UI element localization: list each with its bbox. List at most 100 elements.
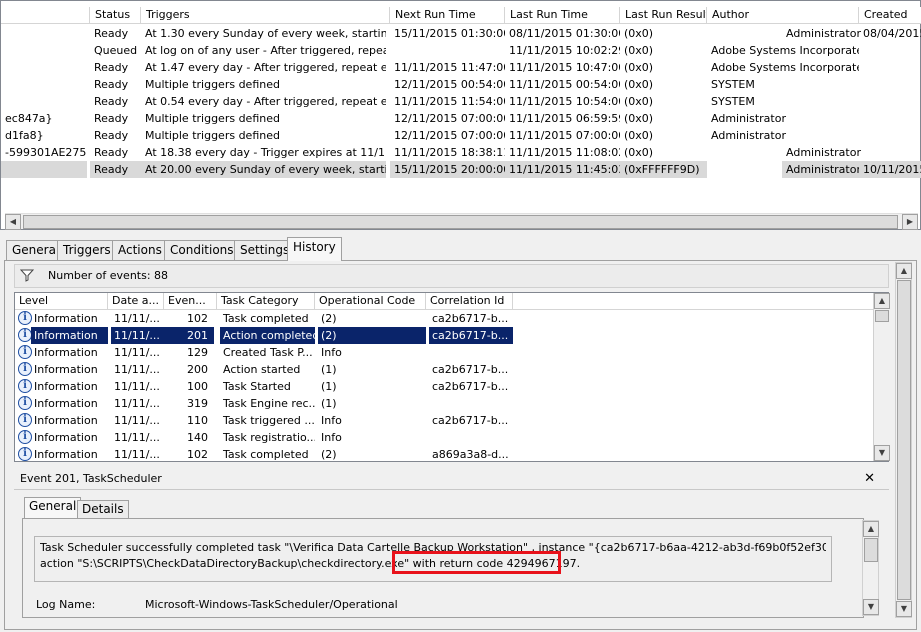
column-header-correlation-id[interactable]: Correlation Id xyxy=(426,293,513,310)
event-row[interactable]: i Information 11/11/... 102 Task completed (2… xyxy=(15,446,875,463)
task-cell-triggers: At 1.47 every day - After triggered, rep… xyxy=(145,61,386,74)
information-icon: i xyxy=(18,396,32,410)
information-icon: i xyxy=(18,430,32,444)
close-icon[interactable]: ✕ xyxy=(864,468,875,490)
task-row[interactable]: Ready At 1.30 every Sunday of every week,… xyxy=(1,25,921,42)
column-header-level[interactable]: Level xyxy=(15,293,108,310)
task-row[interactable]: Ready At 1.47 every day - After triggered… xyxy=(1,59,921,76)
event-cell-date: 11/11/... xyxy=(114,431,160,444)
event-cell-category: Task completed xyxy=(223,312,309,325)
tab-triggers[interactable]: Triggers xyxy=(57,240,117,260)
scroll-down-icon[interactable]: ▼ xyxy=(863,599,879,615)
event-row[interactable]: i Information 11/11/... 319 Task Engine rec.… xyxy=(15,395,875,412)
scroll-up-icon[interactable]: ▲ xyxy=(863,521,879,537)
tab-history[interactable]: History xyxy=(287,237,342,261)
event-cell-opcode: (1) xyxy=(321,363,337,376)
task-cell-created xyxy=(859,93,921,110)
information-icon: i xyxy=(18,413,32,427)
task-cell-last: 11/11/2015 10:47:00 xyxy=(509,61,620,74)
event-cell-id: 110 xyxy=(187,414,208,427)
column-header-operational-code[interactable]: Operational Code xyxy=(315,293,426,310)
event-detail-title: Event 201, TaskScheduler xyxy=(20,472,162,485)
scroll-up-icon[interactable]: ▲ xyxy=(874,293,890,309)
event-cell-date: 11/11/... xyxy=(114,346,160,359)
tab-event-general[interactable]: General xyxy=(24,497,82,519)
event-row[interactable]: i Information 11/11/... 100 Task Started (1) c… xyxy=(15,378,875,395)
scrollbar-thumb[interactable] xyxy=(875,310,889,322)
tab-actions[interactable]: Actions xyxy=(112,240,168,260)
task-row[interactable]: d1fa8} Ready Multiple triggers defined 12/1… xyxy=(1,127,921,144)
scroll-right-icon[interactable]: ▶ xyxy=(902,214,918,230)
scrollbar-thumb[interactable] xyxy=(897,280,911,600)
scroll-up-icon[interactable]: ▲ xyxy=(896,263,912,279)
task-row[interactable]: Ready At 20.00 every Sunday of every week… xyxy=(1,161,921,178)
task-cell-result: (0x0) xyxy=(624,129,654,142)
task-row[interactable]: Queued At log on of any user - After trig… xyxy=(1,42,921,59)
task-row[interactable]: ec847a} Ready Multiple triggers defined 12/… xyxy=(1,110,921,127)
event-row[interactable]: i Information 11/11/... 200 Action started (1… xyxy=(15,361,875,378)
event-list-vertical-scrollbar[interactable]: ▲ ▼ xyxy=(873,293,890,461)
event-row[interactable]: i Information 11/11/... 129 Created Task P..… xyxy=(15,344,875,361)
event-cell-level: Information xyxy=(34,346,98,359)
task-row[interactable]: Ready Multiple triggers defined 12/11/2015… xyxy=(1,76,921,93)
column-header-date[interactable]: Date a... xyxy=(108,293,164,310)
column-header-next-run-time[interactable]: Next Run Time xyxy=(390,7,505,24)
task-cell-name xyxy=(1,93,87,110)
information-icon: i xyxy=(18,447,32,461)
scroll-left-icon[interactable]: ◀ xyxy=(5,214,21,230)
task-cell-next: 12/11/2015 00:54:00 xyxy=(394,78,505,91)
task-cell-author: SYSTEM xyxy=(711,78,755,91)
column-header-author[interactable]: Author xyxy=(707,7,859,24)
event-cell-level: Information xyxy=(34,414,98,427)
task-row[interactable]: -599301AE2755} Ready At 18.38 every day - … xyxy=(1,144,921,161)
event-row[interactable]: i Information 11/11/... 201 Action completed… xyxy=(15,327,875,344)
tab-event-details[interactable]: Details xyxy=(77,500,129,518)
task-cell-created xyxy=(859,76,921,93)
task-cell-author: SYSTEM xyxy=(711,95,755,108)
task-cell-author: Adobe Systems Incorporated xyxy=(711,61,859,74)
task-cell-triggers: At 1.30 every Sunday of every week, star… xyxy=(145,27,386,40)
event-cell-opcode: Info xyxy=(321,414,342,427)
column-header-name[interactable] xyxy=(1,7,90,24)
task-cell-result: (0x0) xyxy=(624,61,654,74)
column-header-last-run-time[interactable]: Last Run Time xyxy=(505,7,620,24)
event-cell-opcode: (1) xyxy=(321,380,337,393)
filter-icon[interactable] xyxy=(19,268,35,285)
history-vertical-scrollbar[interactable]: ▲ ▼ xyxy=(895,262,912,618)
task-list[interactable]: Status Triggers Next Run Time Last Run T… xyxy=(0,0,921,230)
column-header-created[interactable]: Created xyxy=(859,7,921,24)
event-row[interactable]: i Information 11/11/... 102 Task completed (2… xyxy=(15,310,875,327)
task-list-horizontal-scrollbar[interactable]: ◀ ▶ xyxy=(5,213,918,230)
event-cell-date: 11/11/... xyxy=(114,397,160,410)
task-cell-status: Ready xyxy=(94,27,129,40)
event-cell-id: 200 xyxy=(187,363,208,376)
scroll-down-icon[interactable]: ▼ xyxy=(874,445,890,461)
scrollbar-thumb[interactable] xyxy=(864,538,878,562)
event-cell-id: 102 xyxy=(187,448,208,461)
event-cell-corr xyxy=(429,429,513,446)
task-cell-last: 08/11/2015 01:30:00 xyxy=(509,27,620,40)
event-list[interactable]: Level Date a... Even... Task Category Op… xyxy=(14,292,890,463)
event-cell-category: Task Engine rec... xyxy=(223,397,315,410)
scrollbar-thumb[interactable] xyxy=(23,215,898,229)
event-detail-vertical-scrollbar[interactable]: ▲ ▼ xyxy=(862,520,879,616)
column-header-triggers[interactable]: Triggers xyxy=(141,7,390,24)
task-cell-triggers: At 20.00 every Sunday of every week, sta… xyxy=(141,161,386,178)
event-row[interactable]: i Information 11/11/... 140 Task registratio… xyxy=(15,429,875,446)
column-header-status[interactable]: Status xyxy=(90,7,141,24)
event-cell-id: 102 xyxy=(187,312,208,325)
event-row[interactable]: i Information 11/11/... 110 Task triggered .… xyxy=(15,412,875,429)
column-header-last-run-result[interactable]: Last Run Result xyxy=(620,7,707,24)
scroll-down-icon[interactable]: ▼ xyxy=(896,601,912,617)
task-row[interactable]: Ready At 0.54 every day - After triggered… xyxy=(1,93,921,110)
tab-conditions[interactable]: Conditions xyxy=(164,240,240,260)
event-cell-category: Task registratio... xyxy=(223,431,315,444)
task-cell-last: 11/11/2015 06:59:59 xyxy=(509,112,620,125)
column-header-event-id[interactable]: Even... xyxy=(164,293,217,310)
column-header-task-category[interactable]: Task Category xyxy=(217,293,315,310)
task-cell-status: Ready xyxy=(94,61,129,74)
task-cell-result: (0xFFFFFF9D) xyxy=(620,161,707,178)
task-cell-author: Administrator xyxy=(711,129,786,142)
event-cell-id: 100 xyxy=(187,380,208,393)
event-cell-corr xyxy=(429,395,513,412)
